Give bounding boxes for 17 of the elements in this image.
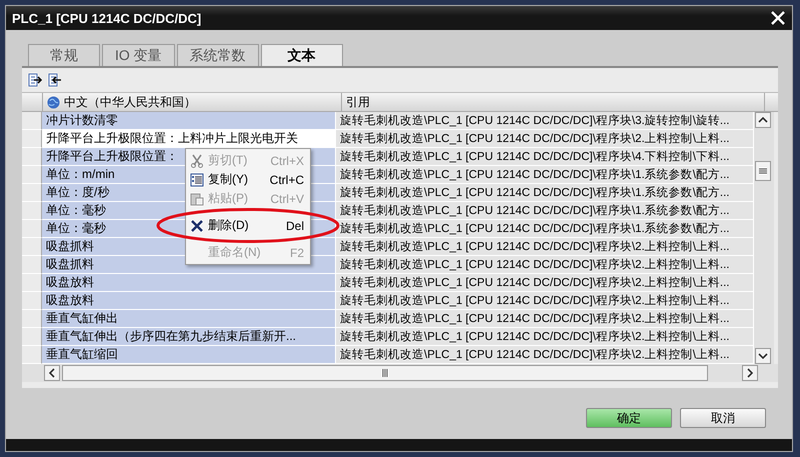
table-cell: 旋转毛刺机改造\PLC_1 [CPU 1214C DC/DC/DC]\程序块\2.上料控制\上料... [336,346,754,364]
column-header: 引用 [346,94,370,110]
column-header: 中文（中华人民共和国） [64,94,196,110]
table-cell: 旋转毛刺机改造\PLC_1 [CPU 1214C DC/DC/DC]\程序块\2.上料控制\上料... [336,310,754,328]
table-cell: 旋转毛刺机改造\PLC_1 [CPU 1214C DC/DC/DC]\程序块\4.下料控制\下料... [336,148,754,166]
window-title: PLC_1 [CPU 1214C DC/DC/DC] [11,10,202,26]
table-cell: 旋转毛刺机改造\PLC_1 [CPU 1214C DC/DC/DC]\程序块\2.上料控制\上料... [336,274,754,292]
table-cell: 旋转毛刺机改造\PLC_1 [CPU 1214C DC/DC/DC]\程序块\1.系统参数\配方... [336,220,754,238]
table-cell: 旋转毛刺机改造\PLC_1 [CPU 1214C DC/DC/DC]\程序块\2.上料控制\上料... [336,256,754,274]
table-cell: 旋转毛刺机改造\PLC_1 [CPU 1214C DC/DC/DC]\程序块\2.上料控制\上料... [336,130,754,148]
table-cell: 旋转毛刺机改造\PLC_1 [CPU 1214C DC/DC/DC]\程序块\3.旋转控制\旋转... [336,112,754,130]
table-cell: 旋转毛刺机改造\PLC_1 [CPU 1214C DC/DC/DC]\程序块\1.系统参数\配方... [336,166,754,184]
table-cell: 旋转毛刺机改造\PLC_1 [CPU 1214C DC/DC/DC]\程序块\2.上料控制\上料... [336,328,754,346]
table-cell: 旋转毛刺机改造\PLC_1 [CPU 1214C DC/DC/DC]\程序块\1.系统参数\配方... [336,202,754,220]
table-cell: 旋转毛刺机改造\PLC_1 [CPU 1214C DC/DC/DC]\程序块\2.上料控制\上料... [336,292,754,310]
table-cell: 旋转毛刺机改造\PLC_1 [CPU 1214C DC/DC/DC]\程序块\2.上料控制\上料... [336,238,754,256]
table-cell: 旋转毛刺机改造\PLC_1 [CPU 1214C DC/DC/DC]\程序块\1.系统参数\配方... [336,184,754,202]
